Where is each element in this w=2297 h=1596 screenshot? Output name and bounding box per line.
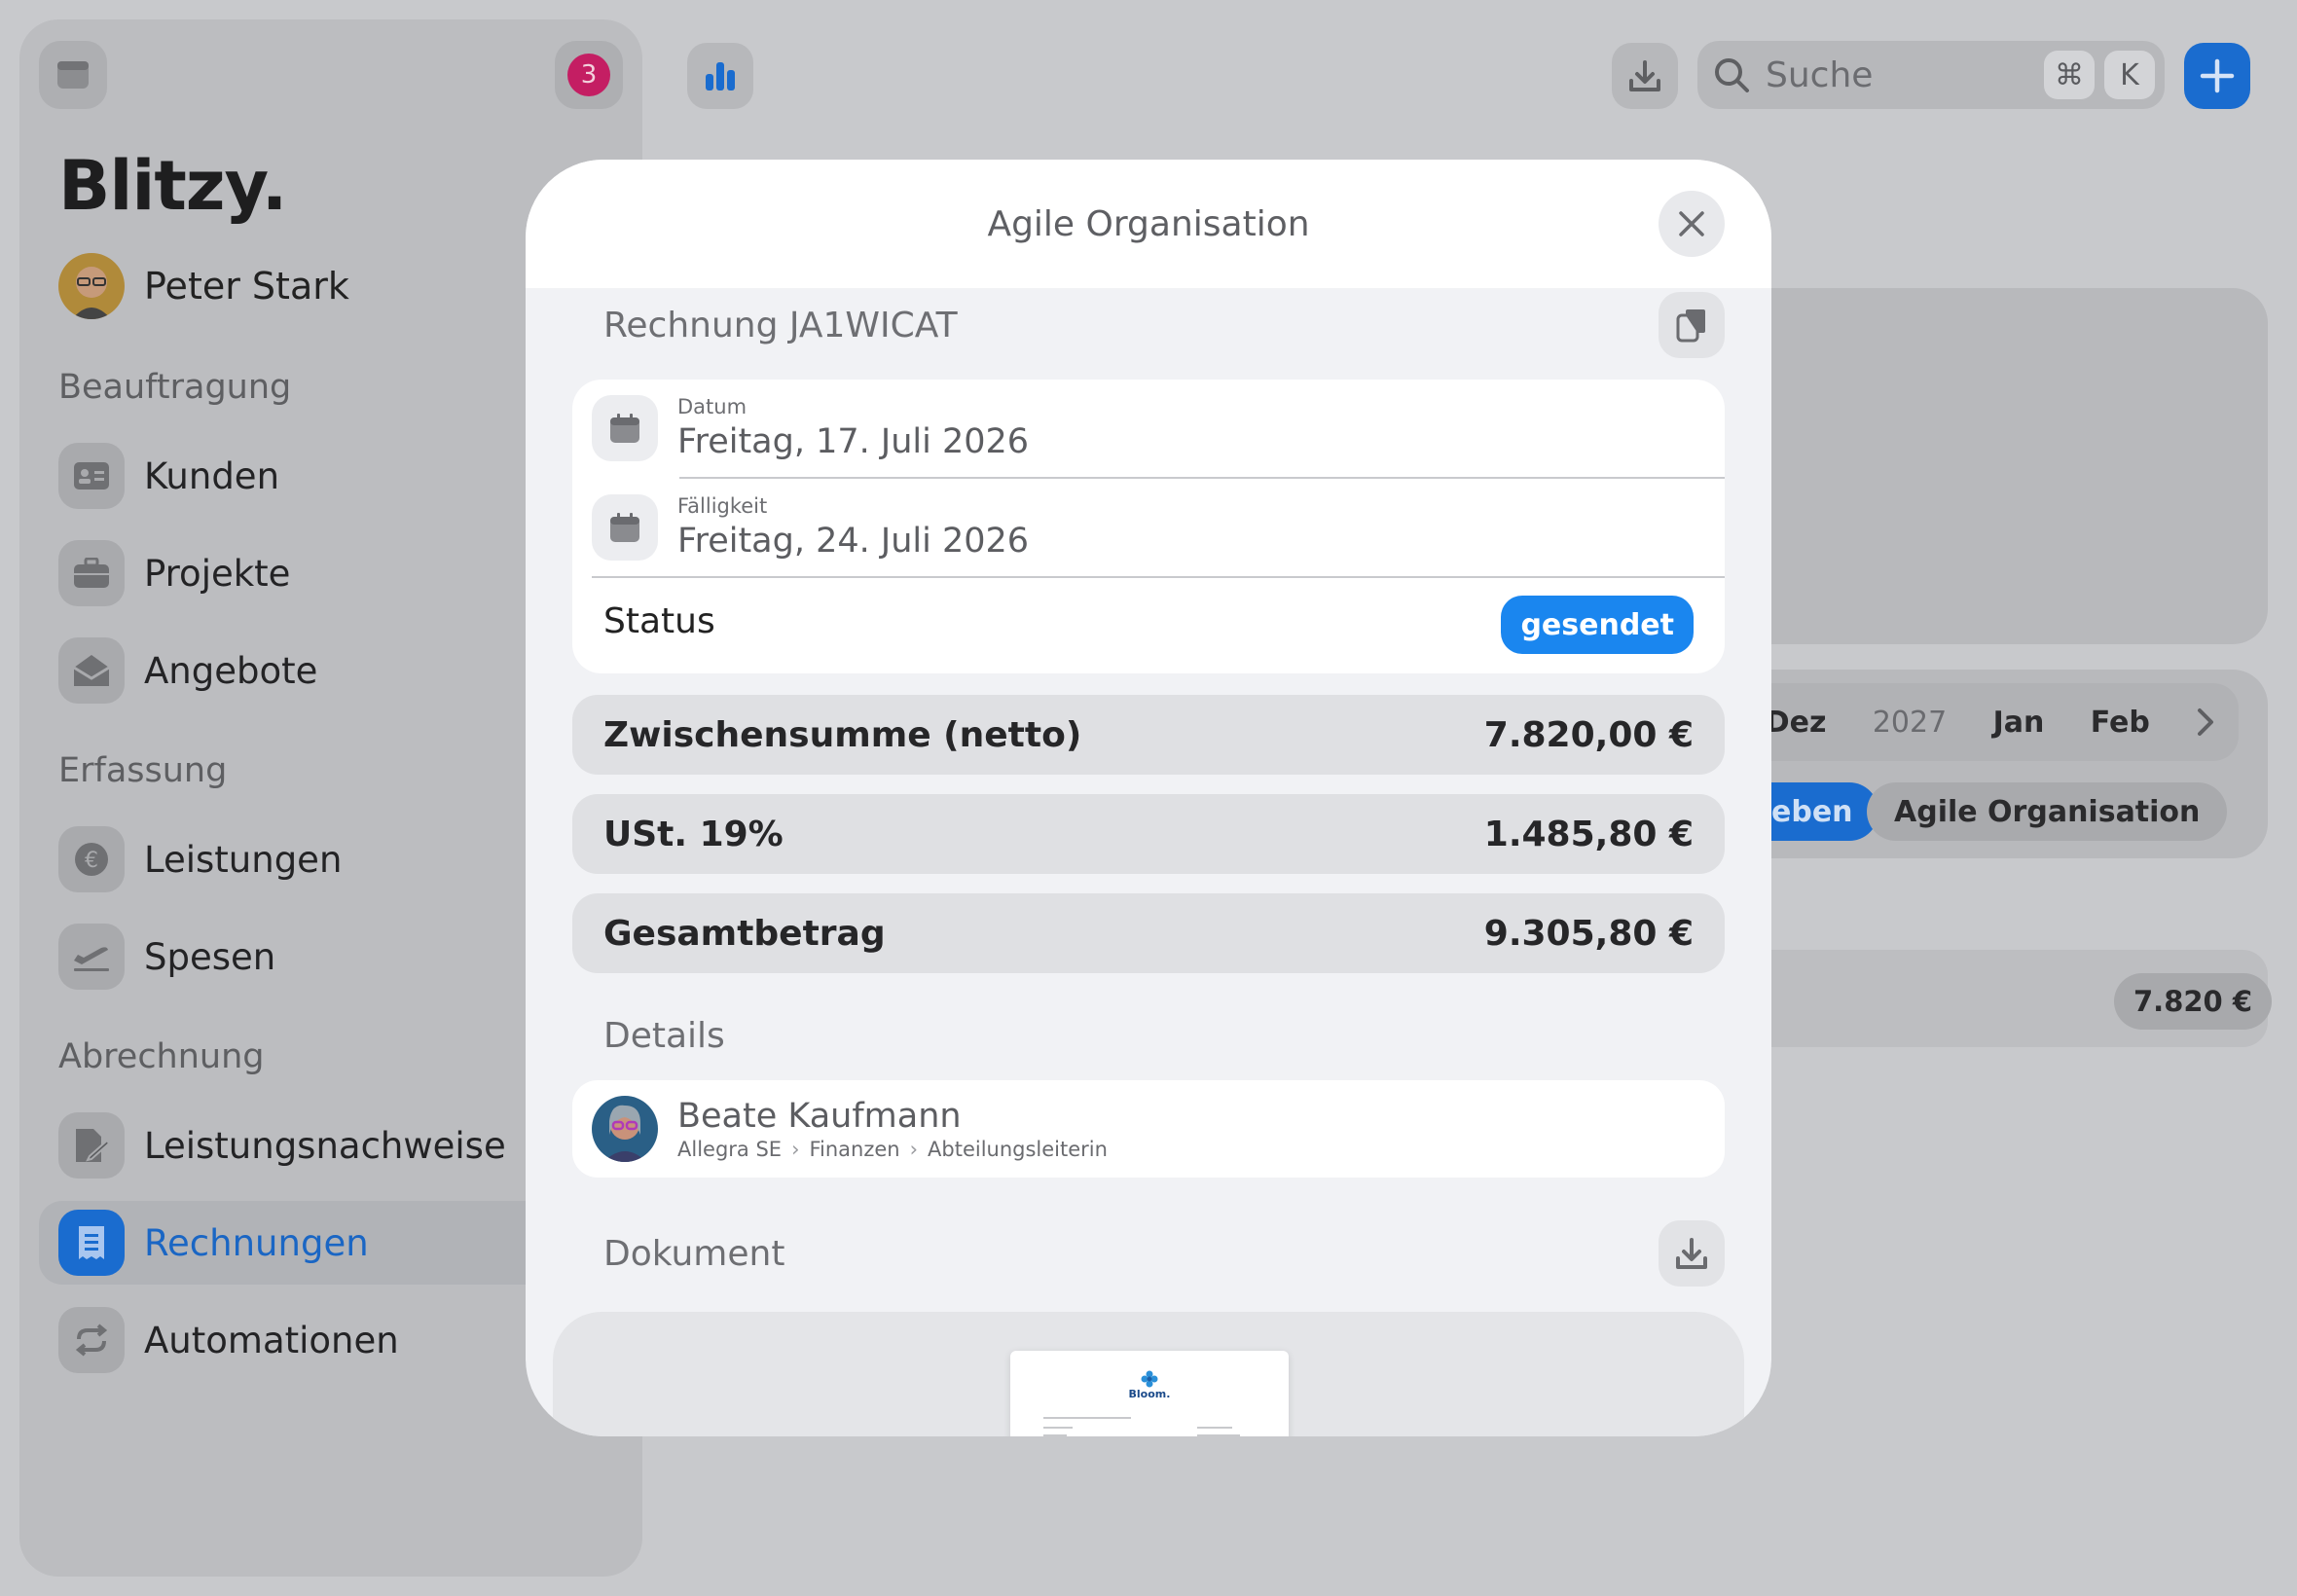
sidebar-toggle-button[interactable]: [39, 41, 107, 109]
subtotal-label: Zwischensumme (netto): [603, 714, 1082, 755]
calendar-icon: [610, 513, 639, 542]
contact-name: Beate Kaufmann: [677, 1097, 962, 1136]
document-sign-icon: [76, 1129, 109, 1162]
notification-count-badge: 3: [567, 54, 610, 96]
svg-text:€: €: [85, 849, 98, 873]
vat-row: USt. 19% 1.485,80 €: [572, 794, 1725, 874]
month-selector[interactable]: Dez 2027 Jan Feb: [1742, 683, 2239, 761]
user-profile[interactable]: Peter Stark: [58, 253, 349, 319]
filter-chip-organisation[interactable]: Agile Organisation: [1867, 782, 2228, 841]
document-text-line: [1043, 1417, 1131, 1419]
contact-role: Abteilungsleiterin: [928, 1138, 1108, 1161]
contact-avatar: [592, 1096, 658, 1162]
sidebar-item-label: Automationen: [144, 1319, 399, 1361]
total-value: 9.305,80 €: [1483, 913, 1694, 954]
plus-icon: [2200, 58, 2235, 93]
sidebar-item-label: Leistungsnachweise: [144, 1124, 506, 1167]
contact-department: Finanzen: [809, 1138, 900, 1161]
chevron-right-icon: ›: [791, 1138, 800, 1161]
contact-company: Allegra SE: [677, 1138, 783, 1161]
sidebar-item-label: Spesen: [144, 935, 276, 978]
contact-breadcrumb: Allegra SE › Finanzen › Abteilungsleiter…: [677, 1138, 1108, 1161]
bar-chart-icon: [706, 62, 735, 91]
sidebar-item-label: Rechnungen: [144, 1221, 369, 1264]
document-text-line: [1043, 1427, 1073, 1429]
total-row: Gesamtbetrag 9.305,80 €: [572, 893, 1725, 973]
vat-value: 1.485,80 €: [1483, 814, 1694, 854]
statistics-button[interactable]: [687, 43, 753, 109]
document-text-line: [1197, 1434, 1240, 1436]
chevron-right-icon[interactable]: [2196, 707, 2215, 737]
status-badge[interactable]: gesendet: [1501, 596, 1694, 654]
document-heading: Dokument: [603, 1234, 785, 1274]
year-label: 2027: [1872, 705, 1948, 740]
month-feb[interactable]: Feb: [2091, 706, 2150, 740]
subtotal-row: Zwischensumme (netto) 7.820,00 €: [572, 695, 1725, 775]
sidebar-item-label: Projekte: [144, 552, 291, 595]
airplane-departure-icon: [74, 947, 109, 971]
bloom-logo-icon: [1141, 1370, 1158, 1388]
document-preview-area: Bloom.: [553, 1312, 1744, 1436]
briefcase-icon: [74, 558, 109, 588]
sidebar-item-label: Kunden: [144, 454, 280, 497]
invoice-modal: Agile Organisation Rechnung JA1WICAT Dat…: [526, 160, 1771, 1436]
date-value: Freitag, 17. Juli 2026: [677, 422, 1030, 461]
contact-person[interactable]: Beate Kaufmann Allegra SE › Finanzen › A…: [572, 1080, 1725, 1178]
search-input[interactable]: Suche ⌘ K: [1697, 41, 2165, 109]
due-date-label: Fälligkeit: [677, 494, 768, 518]
modal-header: Agile Organisation: [526, 160, 1771, 288]
download-icon: [1629, 60, 1660, 91]
background-amount: 7.820 €: [2114, 973, 2273, 1030]
month-jan[interactable]: Jan: [1993, 706, 2045, 740]
invoice-heading: Rechnung JA1WICAT: [603, 306, 958, 345]
open-envelope-icon: [73, 655, 110, 686]
document-brand: Bloom.: [1128, 1388, 1171, 1400]
document-preview[interactable]: Bloom.: [1010, 1351, 1289, 1436]
section-beauftragung: Beauftragung: [58, 368, 292, 407]
month-dez[interactable]: Dez: [1766, 706, 1827, 740]
chevron-right-icon: ›: [909, 1138, 919, 1161]
add-button[interactable]: [2184, 43, 2250, 109]
close-icon: [1679, 211, 1704, 236]
shortcut-cmd-key: ⌘: [2044, 51, 2095, 99]
background-panel: [1694, 288, 2268, 644]
contact-card-icon: [74, 462, 109, 490]
date-field[interactable]: Datum Freitag, 17. Juli 2026: [592, 380, 1725, 477]
due-date-field[interactable]: Fälligkeit Freitag, 24. Juli 2026: [592, 479, 1725, 576]
document-text-line: [1197, 1427, 1232, 1429]
calendar-icon: [610, 414, 639, 443]
copy-icon: [1676, 309, 1705, 343]
sidebar-item-label: Angebote: [144, 649, 318, 692]
divider: [592, 576, 1725, 578]
modal-title: Agile Organisation: [987, 204, 1310, 244]
search-placeholder: Suche: [1766, 54, 1874, 95]
brand-logo: Blitzy.: [58, 146, 287, 226]
repeat-icon: [75, 1324, 108, 1357]
export-download-button[interactable]: [1612, 43, 1678, 109]
receipt-icon: [79, 1226, 104, 1259]
subtotal-value: 7.820,00 €: [1483, 714, 1694, 755]
invoice-info-card: Datum Freitag, 17. Juli 2026 Fälligkeit …: [572, 380, 1725, 673]
euro-coin-icon: €: [75, 843, 108, 876]
download-document-button[interactable]: [1659, 1220, 1725, 1287]
details-heading: Details: [603, 1016, 725, 1056]
section-abrechnung: Abrechnung: [58, 1037, 265, 1076]
download-icon: [1676, 1238, 1707, 1269]
total-label: Gesamtbetrag: [603, 913, 886, 954]
shortcut-k-key: K: [2104, 51, 2155, 99]
status-label: Status: [603, 601, 715, 641]
sidebar-panel-icon: [57, 61, 89, 89]
section-erfassung: Erfassung: [58, 751, 228, 790]
user-name: Peter Stark: [144, 265, 349, 308]
document-text-line: [1043, 1434, 1067, 1436]
vat-label: USt. 19%: [603, 814, 784, 854]
due-date-value: Freitag, 24. Juli 2026: [677, 522, 1030, 561]
search-icon: [1715, 58, 1749, 92]
sidebar-item-label: Leistungen: [144, 838, 343, 881]
close-button[interactable]: [1659, 191, 1725, 257]
user-avatar: [58, 253, 125, 319]
copy-invoice-button[interactable]: [1659, 292, 1725, 358]
date-label: Datum: [677, 395, 747, 418]
notifications-button[interactable]: 3: [555, 41, 623, 109]
